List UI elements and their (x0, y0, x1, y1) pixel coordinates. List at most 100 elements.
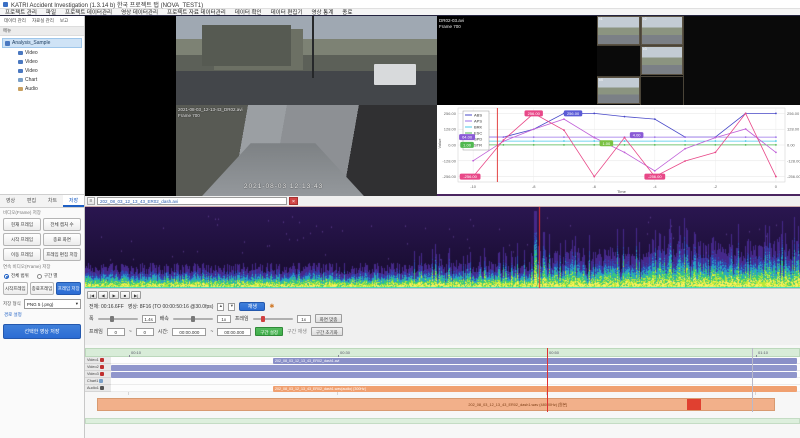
spectrogram-file-input[interactable] (97, 197, 287, 205)
speaker-icon[interactable] (100, 386, 104, 390)
frame-save-button-0[interactable]: 현재 프레임 (3, 218, 41, 231)
transport-button-2[interactable]: ▶ (109, 291, 119, 299)
spin-up-button[interactable]: ▲ (217, 303, 224, 311)
playhead[interactable] (547, 348, 548, 412)
timeline-clip[interactable]: 202_08_03_12_13_43_ER02_dash1.wav(audio)… (273, 386, 797, 392)
close-icon[interactable] (100, 365, 104, 369)
frame-save-button-2[interactable]: 시작 프레임 (3, 233, 41, 246)
cctv-thumb-3[interactable]: c3 (641, 46, 683, 75)
sidebar-top-tab-2[interactable]: 보고 (60, 18, 68, 24)
menu-item-5[interactable]: 데이터 확인 (235, 8, 262, 16)
record-marker-icon: ✱ (269, 303, 274, 310)
menu-item-8[interactable]: 종료 (342, 8, 352, 16)
transport-button-3[interactable]: ■ (120, 291, 130, 299)
tree-item-label: Video (25, 68, 38, 74)
menu-item-7[interactable]: 영상 통계 (312, 8, 334, 16)
spin-down-button[interactable]: ▼ (228, 303, 235, 311)
rear-video-panel[interactable]: DR02-03.avi Frame 700 (437, 16, 597, 105)
save-selected-video-button[interactable]: 선택한 영상 저장 (3, 324, 81, 339)
chart-icon[interactable] (99, 379, 103, 383)
range-radio-1[interactable]: 구간 별 (37, 273, 58, 279)
frame-save-button-3[interactable]: 종료 화면 (43, 233, 81, 246)
edr-chart-panel: 256.00256.00128.00128.000.000.00-128.00-… (437, 105, 800, 196)
menu-item-1[interactable]: 파일 (46, 8, 56, 16)
transport-button-1[interactable]: ◀ (98, 291, 108, 299)
edr-line-chart[interactable]: 256.00256.00128.00128.000.000.00-128.00-… (437, 105, 800, 194)
panel-tab-3[interactable]: 저장 (63, 195, 84, 207)
range-button-1[interactable]: 종료프레임 (30, 282, 55, 295)
tree-item-video-2[interactable]: Video (16, 66, 84, 75)
fit-view-button[interactable]: 화면 맞춤 (315, 314, 343, 323)
frame-from-input[interactable]: 0 (107, 328, 125, 336)
timeline-clip[interactable] (111, 372, 797, 378)
svg-text:-256.00: -256.00 (442, 174, 456, 179)
project-tree: Analysis_Sample VideoVideoVideoChartAudi… (0, 36, 84, 194)
svg-text:4.00: 4.00 (633, 133, 642, 138)
timeline-scrollbar[interactable] (85, 418, 800, 424)
frame-save-button-4[interactable]: 이동 프레임 (3, 248, 41, 261)
ruler-label-2: 00:50 (549, 350, 559, 355)
reset-range-button[interactable]: 구간 초기화 (311, 327, 343, 336)
sidebar-top-tab-1[interactable]: 자료실 관리 (32, 18, 54, 24)
cctv-thumb-1[interactable]: c1 (597, 16, 640, 45)
play-button[interactable]: 재생 (239, 302, 265, 311)
svg-text:256.00: 256.00 (567, 111, 580, 116)
format-select[interactable]: PNG 5 (.png) ▾ (24, 299, 81, 309)
range-tilde: ~ (129, 329, 132, 335)
range-button-0[interactable]: 시작프레임 (3, 282, 28, 295)
cctv-thumb-4[interactable]: c4 (597, 77, 640, 104)
svg-text:Time: Time (617, 189, 627, 194)
front-dashcam-video[interactable] (85, 16, 437, 105)
time-from-input[interactable]: 00:00.000 (172, 328, 206, 336)
menu-item-2[interactable]: 프로젝트 데이터관리 (65, 8, 112, 16)
audio-spectrogram[interactable] (85, 207, 800, 288)
width-slider[interactable] (98, 318, 138, 320)
frame-to-input[interactable]: 0 (136, 328, 154, 336)
frame-save-title: 비디오(Frame) 저장 (0, 208, 84, 217)
svg-text:ABS: ABS (474, 113, 482, 118)
range-button-2[interactable]: 프레임 저장 (56, 282, 81, 295)
format-label: 저장 형식 (3, 301, 21, 307)
panel-tab-0[interactable]: 영상 (0, 195, 21, 207)
set-range-button[interactable]: 구간 설정 (255, 327, 283, 336)
timeline-clip[interactable] (111, 365, 797, 371)
menu-item-4[interactable]: 프로젝트 자료 데이터관리 (167, 8, 226, 16)
menu-item-0[interactable]: 프로젝트 관리 (5, 8, 37, 16)
transport-button-4[interactable]: ▶| (131, 291, 141, 299)
tree-root-item[interactable]: Analysis_Sample (2, 38, 82, 48)
range-radio-0[interactable]: 전체 범위 (4, 273, 29, 279)
transport-button-0[interactable]: |◀ (87, 291, 97, 299)
timeline-track-audio1: Audio1202_08_03_12_13_43_ER02_dash1.wav(… (85, 385, 800, 392)
frame-save-button-5[interactable]: 프레임 편집 저장 (43, 248, 81, 261)
timeline-marker (752, 348, 753, 412)
svg-text:STR: STR (474, 143, 482, 148)
close-icon[interactable] (100, 358, 104, 362)
tree-item-video-0[interactable]: Video (16, 48, 84, 57)
cctv-thumb-2[interactable]: c2 (641, 16, 683, 45)
timeline-clip[interactable]: 202_08_03_12_13_43_ER02_dash1.avi (273, 358, 797, 364)
tree-item-chart-3[interactable]: Chart (16, 75, 84, 84)
tree-item-video-1[interactable]: Video (16, 57, 84, 66)
spectrogram-menu-button[interactable]: ≡ (87, 197, 95, 205)
width-label: 폭 (89, 315, 94, 322)
close-icon[interactable] (100, 372, 104, 376)
sidebar-top-tab-0[interactable]: 데이터 관리 (4, 18, 26, 24)
frame-slider[interactable] (253, 318, 293, 320)
time-to-input[interactable]: 00:00.000 (217, 328, 251, 336)
panel-tab-2[interactable]: 차트 (42, 195, 63, 207)
frame-save-button-1[interactable]: 전체 캡처 수 (43, 218, 81, 231)
path-settings-link[interactable]: 경로 설정 (0, 310, 84, 320)
panel-tab-1[interactable]: 편집 (21, 195, 42, 207)
width-value: 1.4s (142, 315, 156, 323)
road-dashcam-video[interactable]: 2021-08-03_12-13-43_DR02.avi Frame 700 2… (85, 105, 437, 196)
timeline-ruler[interactable]: 00:1000:3000:5001:10 (85, 348, 800, 357)
audio-overview-track[interactable]: 202_08_03_12_13_43_ER02_dash1.wav (48000… (97, 398, 775, 411)
speed-slider[interactable] (173, 318, 213, 320)
clear-file-button[interactable]: × (289, 197, 298, 205)
tree-item-label: Audio (25, 86, 38, 92)
tree-item-audio-4[interactable]: Audio (16, 84, 84, 93)
menu-item-6[interactable]: 데이터 편집기 (271, 8, 303, 16)
chevron-down-icon: ▾ (76, 301, 78, 307)
menu-item-3[interactable]: 영상 데이터관리 (121, 8, 158, 16)
svg-text:128.00: 128.00 (444, 127, 457, 132)
